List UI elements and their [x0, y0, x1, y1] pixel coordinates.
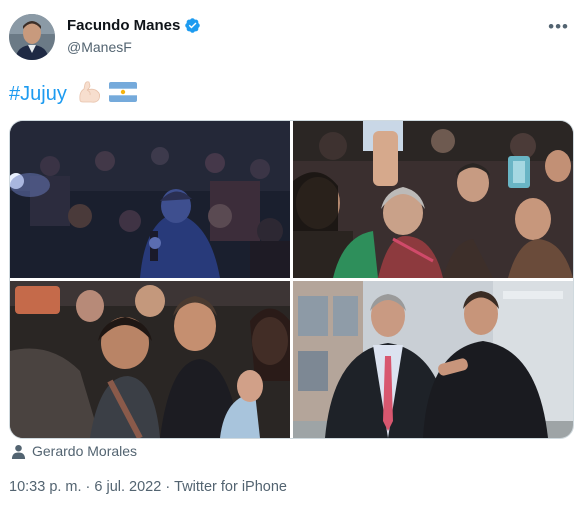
tweet-text: #Jujuy: [9, 80, 137, 108]
author-display-name[interactable]: Facundo Manes: [67, 17, 180, 34]
tweet: Facundo Manes @ManesF ••• #Jujuy Gerardo…: [0, 0, 585, 512]
photo-stage-spotlight[interactable]: [10, 121, 290, 278]
photo-two-men-outdoor[interactable]: [293, 281, 573, 438]
tweet-time[interactable]: 10:33 p. m.: [9, 479, 82, 495]
tagged-user[interactable]: Gerardo Morales: [11, 443, 137, 459]
tweet-date[interactable]: 6 jul. 2022: [94, 479, 161, 495]
media-grid: [9, 120, 574, 439]
more-options-icon[interactable]: •••: [548, 17, 569, 37]
author-name-row[interactable]: Facundo Manes: [67, 17, 201, 34]
photo-close-selfie[interactable]: [10, 281, 290, 438]
author-handle[interactable]: @ManesF: [67, 39, 132, 55]
argentina-flag-icon: [108, 81, 137, 107]
avatar[interactable]: [9, 14, 55, 60]
hashtag-link[interactable]: #Jujuy: [9, 83, 67, 106]
tweet-meta: 10:33 p. m. · 6 jul. 2022 · Twitter for …: [9, 479, 287, 495]
meta-separator: ·: [85, 479, 91, 495]
tagged-user-name[interactable]: Gerardo Morales: [32, 443, 137, 459]
flexed-biceps-icon: [77, 80, 103, 109]
photo-crowd-selfie[interactable]: [293, 121, 573, 278]
tweet-source: Twitter for iPhone: [174, 479, 287, 495]
meta-separator: ·: [165, 479, 171, 495]
person-icon: [11, 444, 26, 459]
verified-badge-icon: [185, 18, 201, 33]
